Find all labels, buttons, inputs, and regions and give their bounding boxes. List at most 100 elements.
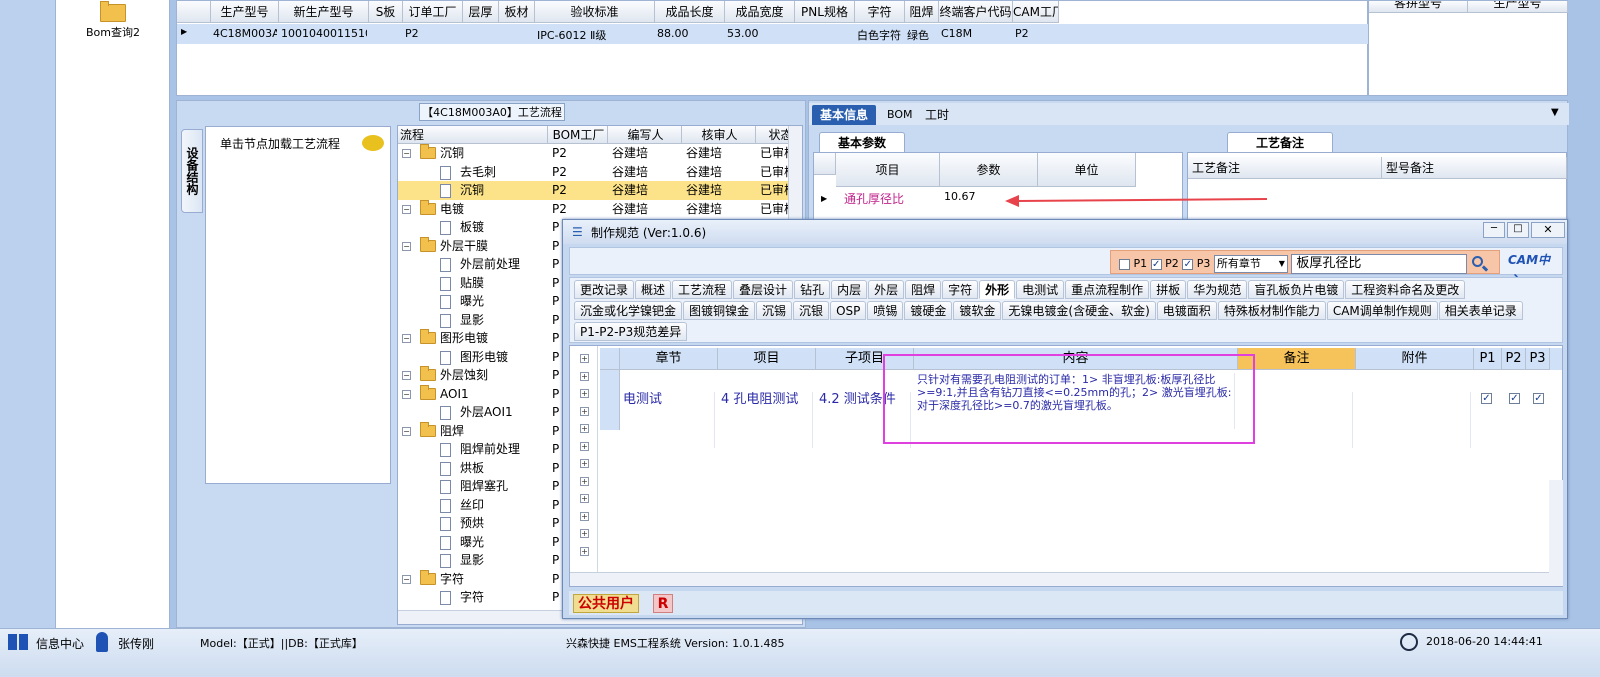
expand-icon[interactable]: −	[402, 149, 411, 158]
tree-row[interactable]: − 电镀 P2 谷建培 谷建培 已审核	[398, 199, 788, 219]
col-header-spec-4[interactable]: 备注	[1238, 348, 1356, 370]
spec-tab[interactable]: 无镍电镀金(含硬金、软金)	[1002, 301, 1156, 320]
expand-icon[interactable]: +	[580, 389, 589, 398]
col-header-spec-5[interactable]: 附件	[1356, 348, 1474, 370]
spec-cell-note[interactable]	[1241, 392, 1353, 448]
p3-checkbox[interactable]: ✓	[1182, 258, 1194, 270]
top-cell-7[interactable]: 88.00	[657, 27, 723, 40]
bom-query-button[interactable]: Bom查询2	[56, 0, 170, 46]
col-header-tree-2[interactable]: 编写人	[608, 126, 682, 144]
tab-work-hours[interactable]: 工时	[925, 105, 949, 125]
spec-tab[interactable]: 概述	[635, 280, 672, 299]
spec-tab[interactable]: 相关表单记录	[1438, 301, 1523, 320]
p2-row-checkbox[interactable]: ✓	[1509, 393, 1520, 404]
expand-icon[interactable]: −	[402, 426, 411, 436]
top-cell-0[interactable]: 4C18M003A0	[213, 27, 277, 40]
spec-tab[interactable]: 外层	[868, 280, 905, 299]
top-cell-1[interactable]: 10010400115103	[281, 27, 367, 40]
minimize-button[interactable]: ─	[1483, 222, 1505, 238]
expand-icon[interactable]: +	[580, 354, 589, 363]
col-header-top-13[interactable]: CAM工厂	[1013, 1, 1059, 23]
col-header-spec-1[interactable]: 项目	[718, 348, 816, 370]
col-header-top-3[interactable]: 订单工厂	[403, 1, 463, 23]
p1-row-checkbox[interactable]: ✓	[1481, 393, 1492, 404]
top-cell-6[interactable]: IPC-6012 Ⅱ级	[537, 27, 653, 43]
spec-tab[interactable]: 字符	[942, 280, 979, 299]
spec-tab[interactable]: 图镀铜镍金	[683, 301, 756, 320]
col-header-top-5[interactable]: 板材	[499, 1, 535, 23]
spec-tab[interactable]: 电镀面积	[1156, 301, 1217, 320]
chevron-down-icon[interactable]: ▼	[1551, 107, 1559, 118]
expand-icon[interactable]: +	[580, 459, 589, 468]
search-icon[interactable]	[1471, 255, 1489, 273]
maximize-button[interactable]: □	[1507, 222, 1529, 238]
col-header-top-8[interactable]: 成品宽度	[725, 1, 795, 23]
spec-tab[interactable]: 盲孔板负片电镀	[1248, 280, 1345, 299]
tab-basic-info[interactable]: 基本信息	[812, 105, 877, 125]
tree-row[interactable]: − 沉铜 P2 谷建培 谷建培 已审核	[398, 144, 788, 163]
tree-row[interactable]: 去毛刺 P2 谷建培 谷建培 已审核	[398, 163, 788, 182]
col-header-model-note[interactable]: 型号备注	[1382, 157, 1567, 179]
col-header-tree-0[interactable]: 流程	[398, 126, 548, 144]
spec-tab[interactable]: 工程资料命名及更改	[1345, 280, 1466, 299]
spec-tab[interactable]: 工艺流程	[672, 280, 733, 299]
col-header-top-10[interactable]: 字符	[855, 1, 905, 23]
expand-icon[interactable]: +	[580, 424, 589, 433]
col-header-top-0[interactable]: 生产型号	[211, 1, 279, 23]
col-header-unit[interactable]: 单位	[1038, 153, 1136, 187]
col-header-top-11[interactable]: 阻焊	[905, 1, 939, 23]
col-header-top-4[interactable]: 层厚	[463, 1, 499, 23]
spec-tab[interactable]: 沉银	[793, 301, 830, 320]
spec-tab[interactable]: 阻焊	[905, 280, 942, 299]
expand-icon[interactable]: −	[402, 574, 411, 584]
chapter-select[interactable]: 所有章节 ▼	[1213, 255, 1288, 273]
expand-icon[interactable]: +	[580, 546, 589, 556]
close-button[interactable]: ✕	[1531, 222, 1565, 238]
col-header-kpxh[interactable]: 客拼型号	[1369, 1, 1468, 13]
process-notes-tab[interactable]: 工艺备注	[1227, 132, 1334, 152]
spec-tab[interactable]: 沉金或化学镍钯金	[574, 301, 683, 320]
spec-tab[interactable]: 外形	[979, 280, 1016, 299]
expand-icon[interactable]: +	[580, 494, 589, 503]
spec-tab[interactable]: 拼板	[1150, 280, 1187, 299]
spec-tab[interactable]: 内层	[831, 280, 868, 299]
param-item-cell[interactable]: 通孔厚径比	[844, 190, 904, 207]
spec-cell-attachment[interactable]	[1359, 392, 1471, 448]
col-header-tree-1[interactable]: BOM工厂	[548, 126, 608, 144]
expand-icon[interactable]: +	[580, 441, 589, 451]
p1-checkbox[interactable]	[1119, 258, 1130, 270]
expand-icon[interactable]: +	[580, 371, 589, 381]
dialog-titlebar[interactable]: ☰ 制作规范 (Ver:1.0.6) ─ □ ✕	[563, 220, 1567, 244]
expand-icon[interactable]: −	[402, 241, 411, 251]
top-cell-11[interactable]: 绿色	[907, 27, 937, 43]
spec-tab[interactable]: 喷锡	[867, 301, 904, 320]
top-cell-8[interactable]: 53.00	[727, 27, 793, 40]
spec-tab[interactable]: 更改记录	[574, 280, 635, 299]
param-value-cell[interactable]: 10.67	[944, 190, 976, 203]
top-cell-3[interactable]: P2	[405, 27, 461, 40]
top-cell-13[interactable]: P2	[1015, 27, 1057, 40]
spec-tab[interactable]: CAM调单制作规则	[1326, 301, 1438, 320]
spec-tab[interactable]: 特殊板材制作能力	[1217, 301, 1326, 320]
spec-cell-chapter[interactable]: 电测试	[623, 392, 715, 448]
expand-icon[interactable]: +	[580, 529, 589, 538]
search-input[interactable]: 板厚孔径比	[1291, 254, 1468, 274]
expand-icon[interactable]: −	[402, 204, 411, 214]
expand-icon[interactable]: +	[580, 406, 589, 416]
col-header-spec-7[interactable]: P2	[1502, 348, 1526, 370]
tab-bom[interactable]: BOM	[887, 105, 913, 125]
p3-row-checkbox[interactable]: ✓	[1533, 393, 1544, 404]
spec-tab[interactable]: 华为规范	[1187, 280, 1248, 299]
top-cell-10[interactable]: 白色字符	[857, 27, 903, 43]
expand-icon[interactable]: −	[402, 371, 411, 380]
col-header-spec-6[interactable]: P1	[1474, 348, 1502, 370]
spec-tab[interactable]: 电测试	[1016, 280, 1065, 299]
col-header-tree-3[interactable]: 核审人	[682, 126, 756, 144]
spec-tab[interactable]: P1-P2-P3规范差异	[574, 322, 688, 341]
tree-row[interactable]: 沉铜 P2 谷建培 谷建培 已审核	[398, 181, 788, 200]
expand-icon[interactable]: −	[402, 334, 411, 343]
spec-tab[interactable]: 钻孔	[794, 280, 831, 299]
spec-tab[interactable]: 镀软金	[953, 301, 1002, 320]
spec-cell-item[interactable]: 4 孔电阻测试	[721, 392, 813, 448]
col-header-top-12[interactable]: 终端客户代码	[939, 1, 1013, 23]
